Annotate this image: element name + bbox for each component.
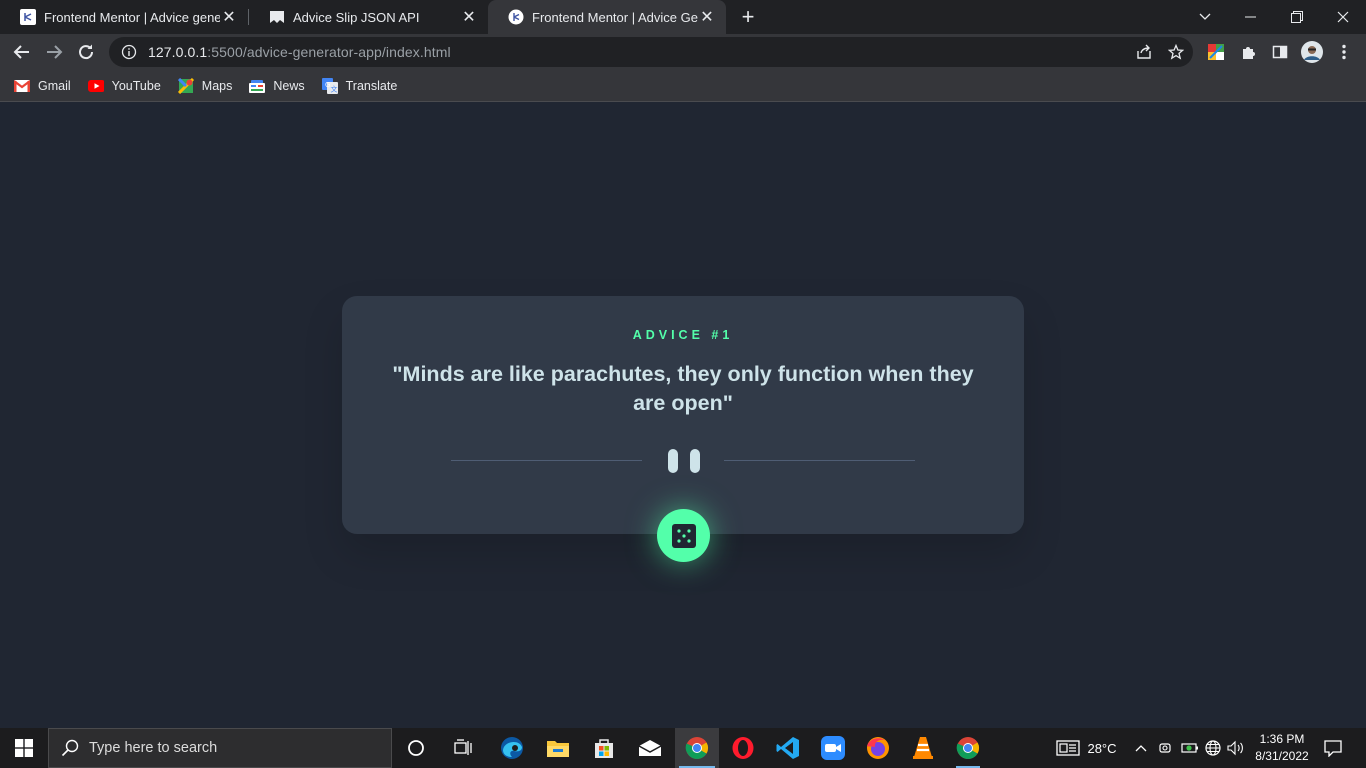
profile-avatar[interactable] xyxy=(1300,40,1324,64)
firefox-icon[interactable] xyxy=(856,728,900,768)
tab-advice-slip[interactable]: Advice Slip JSON API ✕ xyxy=(249,0,488,34)
windows-logo-icon xyxy=(15,739,33,757)
tab-title: Frontend Mentor | Advice genera xyxy=(44,9,220,25)
task-view-icon[interactable] xyxy=(441,728,485,768)
info-icon[interactable] xyxy=(121,44,137,60)
advice-slip-icon xyxy=(269,9,285,25)
close-tab-icon[interactable]: ✕ xyxy=(698,8,716,26)
reload-icon xyxy=(79,44,94,60)
clock-time: 1:36 PM xyxy=(1259,732,1305,746)
bookmark-label: YouTube xyxy=(111,79,161,93)
edge-icon[interactable] xyxy=(490,728,534,768)
file-explorer-icon[interactable] xyxy=(536,728,580,768)
bookmark-label: News xyxy=(273,79,305,93)
search-placeholder: Type here to search xyxy=(89,740,218,756)
url-path: :5500/advice-generator-app/index.html xyxy=(207,44,451,60)
restore-button[interactable] xyxy=(1274,0,1320,34)
youtube-icon xyxy=(87,78,104,94)
tab-title: Frontend Mentor | Advice Genera xyxy=(532,9,698,25)
gmail-icon xyxy=(14,78,30,94)
divider-line-right xyxy=(724,460,915,461)
bookmark-gmail[interactable]: Gmail xyxy=(14,78,71,94)
divider-line-left xyxy=(451,460,642,461)
puzzle-icon[interactable] xyxy=(1236,40,1260,64)
pattern-divider xyxy=(451,446,915,476)
browser-toolbar: 127.0.0.1:5500/advice-generator-app/inde… xyxy=(0,34,1366,71)
taskbar-search-box[interactable]: Type here to search xyxy=(48,728,392,768)
zoom-icon[interactable] xyxy=(811,728,855,768)
bookmark-translate[interactable]: G文 Translate xyxy=(321,78,398,94)
pause-icon xyxy=(668,449,700,473)
start-button[interactable] xyxy=(0,728,48,768)
tab-strip: Frontend Mentor | Advice genera ✕ Advice… xyxy=(0,0,1366,34)
search-icon xyxy=(61,739,79,757)
battery-icon[interactable] xyxy=(1178,728,1202,768)
share-icon[interactable] xyxy=(1130,37,1158,67)
bookmark-youtube[interactable]: YouTube xyxy=(87,78,161,94)
address-bar[interactable]: 127.0.0.1:5500/advice-generator-app/inde… xyxy=(109,37,1193,67)
network-globe-icon[interactable] xyxy=(1202,728,1224,768)
svg-text:文: 文 xyxy=(330,85,337,94)
taskbar-clock[interactable]: 1:36 PM 8/31/2022 xyxy=(1244,731,1320,765)
chevron-down-icon xyxy=(1199,13,1211,20)
bookmarks-bar: Gmail YouTube Maps News G文 Translate xyxy=(0,71,1366,102)
camera-app-icon[interactable] xyxy=(1154,728,1176,768)
advice-quote: "Minds are like parachutes, they only fu… xyxy=(392,362,974,415)
windows-taskbar: Type here to search 28°C 1:36 PM 8/31/20… xyxy=(0,728,1366,768)
back-button[interactable] xyxy=(8,38,36,66)
bookmark-star-icon[interactable] xyxy=(1162,37,1190,67)
bookmark-news[interactable]: News xyxy=(249,78,305,94)
vlc-icon[interactable] xyxy=(901,728,945,768)
clock-date: 8/31/2022 xyxy=(1255,749,1309,763)
new-tab-button[interactable]: + xyxy=(736,4,760,29)
weather-icon[interactable] xyxy=(1054,728,1082,768)
close-tab-icon[interactable]: ✕ xyxy=(220,8,238,26)
maps-icon xyxy=(177,78,194,94)
side-panel-icon[interactable] xyxy=(1268,40,1292,64)
frontend-mentor-icon xyxy=(508,9,524,25)
tray-chevron-up-icon[interactable] xyxy=(1130,728,1152,768)
chrome-icon[interactable] xyxy=(946,728,990,768)
reload-button[interactable] xyxy=(72,38,100,66)
translate-icon: G文 xyxy=(321,78,338,94)
chrome-icon[interactable] xyxy=(675,728,719,768)
close-window-button[interactable] xyxy=(1320,0,1366,34)
bookmark-label: Maps xyxy=(201,79,233,93)
menu-kebab-icon[interactable] xyxy=(1332,40,1356,64)
tab-title: Advice Slip JSON API xyxy=(293,9,420,25)
cortana-icon[interactable] xyxy=(394,728,438,768)
bookmark-label: Gmail xyxy=(38,79,71,93)
weather-temperature[interactable]: 28°C xyxy=(1084,728,1120,768)
bookmark-maps[interactable]: Maps xyxy=(177,78,233,94)
url-text[interactable]: 127.0.0.1:5500/advice-generator-app/inde… xyxy=(148,44,451,60)
url-host: 127.0.0.1 xyxy=(148,44,208,60)
news-icon xyxy=(249,78,266,94)
mail-icon[interactable] xyxy=(628,728,672,768)
back-arrow-icon xyxy=(13,45,29,59)
bookmark-label: Translate xyxy=(345,79,398,93)
generate-advice-button[interactable] xyxy=(657,509,710,562)
notification-center-icon[interactable] xyxy=(1320,728,1346,768)
forward-arrow-icon xyxy=(47,45,63,59)
tab-frontend-mentor-1[interactable]: Frontend Mentor | Advice genera ✕ xyxy=(0,0,248,34)
page-viewport: ADVICE #1 "Minds are like parachutes, th… xyxy=(0,103,1366,728)
opera-icon[interactable] xyxy=(721,728,765,768)
tab-search-button[interactable] xyxy=(1182,0,1228,34)
forward-button[interactable] xyxy=(40,38,68,66)
vscode-icon[interactable] xyxy=(766,728,810,768)
advice-card: ADVICE #1 "Minds are like parachutes, th… xyxy=(342,296,1024,562)
advice-id: ADVICE #1 xyxy=(632,328,734,342)
minimize-button[interactable] xyxy=(1228,0,1274,34)
dice-icon xyxy=(671,523,696,548)
extension-icon[interactable] xyxy=(1204,40,1228,64)
tab-frontend-mentor-active[interactable]: Frontend Mentor | Advice Genera ✕ xyxy=(488,0,726,34)
store-icon[interactable] xyxy=(582,728,626,768)
close-tab-icon[interactable]: ✕ xyxy=(460,8,478,26)
frontend-mentor-icon xyxy=(20,9,36,25)
